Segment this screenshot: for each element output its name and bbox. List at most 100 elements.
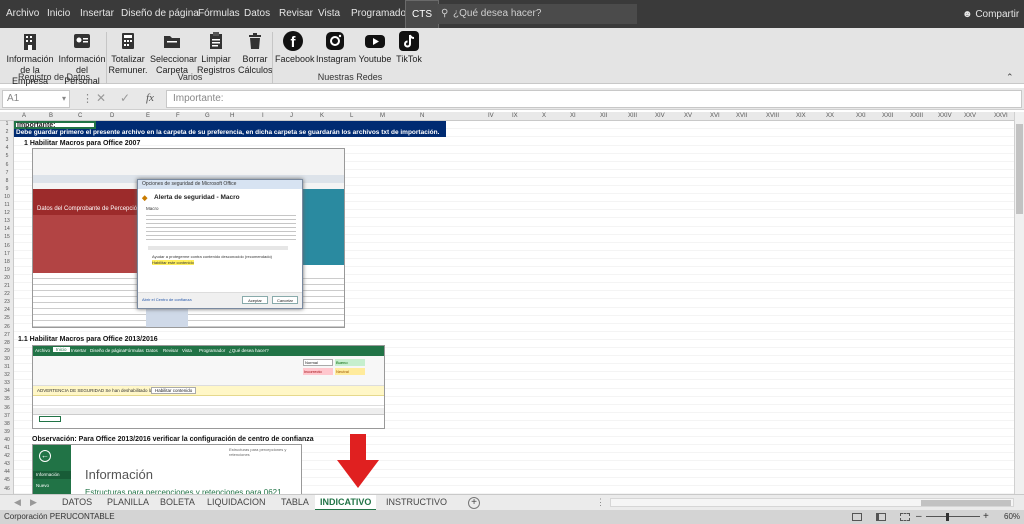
row-header-42[interactable]: 42 [0, 453, 13, 459]
enter-icon[interactable]: ✓ [120, 91, 130, 105]
selected-cell-a1[interactable]: Importante: [14, 121, 96, 129]
column-header-f[interactable]: F [176, 113, 180, 119]
tab-insertar[interactable]: Insertar [80, 0, 114, 28]
column-header-x[interactable]: X [542, 113, 546, 119]
scroll-right-icon[interactable]: ▶ [30, 495, 37, 511]
facebook-button[interactable]: f Facebook [275, 30, 315, 65]
row-header-23[interactable]: 23 [0, 299, 13, 305]
add-sheet-icon[interactable]: + [468, 497, 480, 509]
row-header-5[interactable]: 5 [0, 153, 13, 159]
tab-cts[interactable]: CTS [405, 0, 439, 28]
row-header-18[interactable]: 18 [0, 259, 13, 265]
page-break-icon[interactable] [900, 513, 910, 521]
row-header-15[interactable]: 15 [0, 234, 13, 240]
row-header-31[interactable]: 31 [0, 364, 13, 370]
sheet-tab-instructivo[interactable]: INSTRUCTIVO [386, 495, 447, 511]
row-header-2[interactable]: 2 [0, 129, 13, 135]
row-header-30[interactable]: 30 [0, 356, 13, 362]
zoom-level[interactable]: 60% [1004, 510, 1020, 524]
row-header-38[interactable]: 38 [0, 421, 13, 427]
sheet-tab-tabla[interactable]: TABLA [281, 495, 309, 511]
column-header-xxiii[interactable]: XXIII [910, 113, 923, 119]
column-header-xiii[interactable]: XIII [628, 113, 637, 119]
tiktok-button[interactable]: TikTok [396, 30, 422, 65]
row-header-8[interactable]: 8 [0, 178, 13, 184]
row-header-43[interactable]: 43 [0, 461, 13, 467]
sheet-tab-indicativo[interactable]: INDICATIVO [315, 495, 377, 511]
tab-archivo[interactable]: Archivo [6, 0, 39, 28]
zoom-slider[interactable] [926, 516, 980, 517]
share-button[interactable]: ☻ Compartir [962, 0, 1019, 28]
row-header-24[interactable]: 24 [0, 307, 13, 313]
row-header-19[interactable]: 19 [0, 267, 13, 273]
column-header-d[interactable]: D [110, 113, 114, 119]
row-header-12[interactable]: 12 [0, 210, 13, 216]
row-header-32[interactable]: 32 [0, 372, 13, 378]
row-header-44[interactable]: 44 [0, 469, 13, 475]
cancel-icon[interactable]: ✕ [96, 91, 106, 105]
function-icon[interactable]: fx [146, 92, 154, 104]
column-header-b[interactable]: B [49, 113, 53, 119]
row-header-28[interactable]: 28 [0, 340, 13, 346]
tab-formulas[interactable]: Fórmulas [198, 0, 240, 28]
row-header-13[interactable]: 13 [0, 218, 13, 224]
row-header-10[interactable]: 10 [0, 194, 13, 200]
row-header-22[interactable]: 22 [0, 291, 13, 297]
column-header-xxiv[interactable]: XXIV [938, 113, 952, 119]
column-header-xxi[interactable]: XXI [856, 113, 866, 119]
totalizar-button[interactable]: Totalizar Remuner. [108, 30, 148, 76]
tab-inicio[interactable]: Inicio [47, 0, 70, 28]
row-header-4[interactable]: 4 [0, 145, 13, 151]
column-header-e[interactable]: E [146, 113, 150, 119]
row-header-7[interactable]: 7 [0, 170, 13, 176]
formula-input[interactable]: Importante: [166, 90, 1022, 108]
column-header-xi[interactable]: XI [570, 113, 576, 119]
row-header-46[interactable]: 46 [0, 486, 13, 492]
column-header-xv[interactable]: XV [684, 113, 692, 119]
column-header-ix[interactable]: IX [512, 113, 518, 119]
row-header-14[interactable]: 14 [0, 226, 13, 232]
row-header-35[interactable]: 35 [0, 396, 13, 402]
column-header-xxvi[interactable]: XXVI [994, 113, 1008, 119]
column-header-g[interactable]: G [205, 113, 210, 119]
zoom-slider-thumb[interactable] [946, 513, 949, 521]
zoom-out-icon[interactable]: – [916, 510, 922, 524]
sheet-tab-boleta[interactable]: BOLETA [160, 495, 195, 511]
column-header-n[interactable]: N [420, 113, 424, 119]
row-header-6[interactable]: 6 [0, 162, 13, 168]
normal-view-icon[interactable] [852, 513, 862, 521]
zoom-in-icon[interactable]: + [983, 510, 989, 524]
column-header-xxii[interactable]: XXII [882, 113, 893, 119]
borrar-button[interactable]: Borrar Cálculos [238, 30, 273, 76]
row-header-40[interactable]: 40 [0, 437, 13, 443]
vertical-scrollbar[interactable] [1014, 112, 1024, 496]
column-header-j[interactable]: J [290, 113, 293, 119]
page-layout-icon[interactable] [876, 513, 886, 521]
tab-vista[interactable]: Vista [318, 0, 340, 28]
column-header-k[interactable]: K [320, 113, 324, 119]
row-header-1[interactable]: 1 [0, 121, 13, 127]
collapse-ribbon-icon[interactable]: ⌃ [1006, 72, 1014, 83]
column-header-xvii[interactable]: XVII [736, 113, 747, 119]
row-header-3[interactable]: 3 [0, 137, 13, 143]
limpiar-button[interactable]: Limpiar Registros [196, 30, 236, 76]
tab-programador[interactable]: Programador [351, 0, 409, 28]
row-header-16[interactable]: 16 [0, 243, 13, 249]
row-header-27[interactable]: 27 [0, 332, 13, 338]
row-header-39[interactable]: 39 [0, 429, 13, 435]
column-header-xiv[interactable]: XIV [655, 113, 665, 119]
tab-datos[interactable]: Datos [244, 0, 270, 28]
row-header-29[interactable]: 29 [0, 348, 13, 354]
column-header-xxv[interactable]: XXV [964, 113, 976, 119]
tab-splitter-icon[interactable]: ⋮ [596, 495, 605, 511]
sheet-tab-datos[interactable]: DATOS [62, 495, 92, 511]
column-header-i[interactable]: I [262, 113, 264, 119]
row-header-34[interactable]: 34 [0, 388, 13, 394]
column-header-iv[interactable]: IV [488, 113, 494, 119]
horizontal-scrollbar[interactable] [610, 498, 1014, 507]
row-header-20[interactable]: 20 [0, 275, 13, 281]
column-header-xviii[interactable]: XVIII [766, 113, 779, 119]
hscroll-thumb[interactable] [921, 500, 1011, 506]
row-header-36[interactable]: 36 [0, 405, 13, 411]
row-header-25[interactable]: 25 [0, 315, 13, 321]
